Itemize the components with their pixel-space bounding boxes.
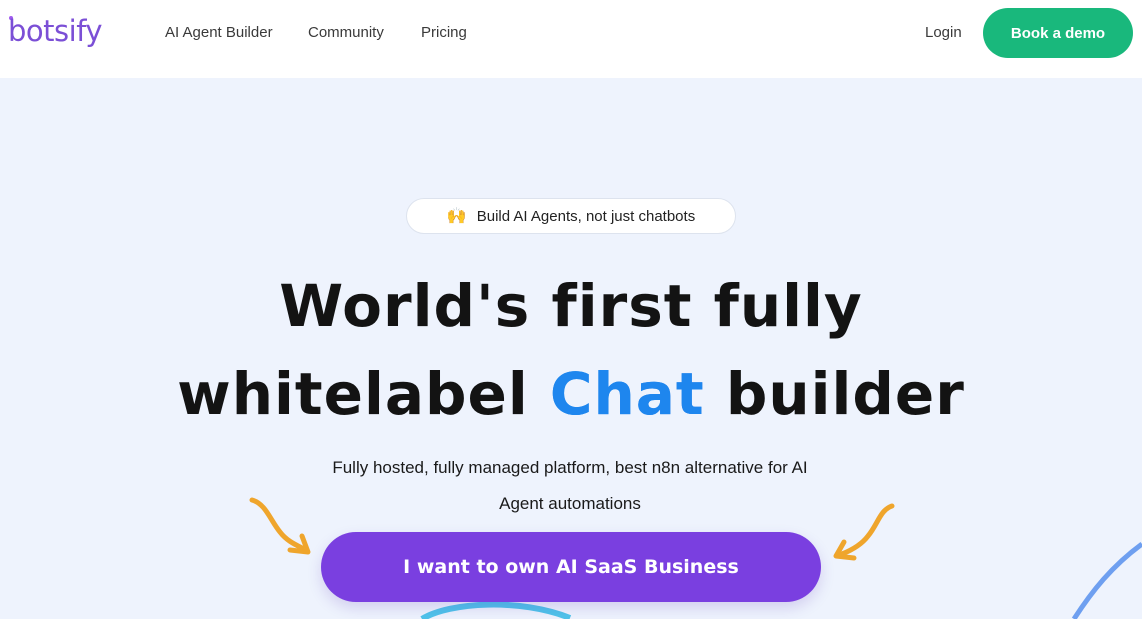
nav-link-ai-agent-builder[interactable]: AI Agent Builder — [165, 24, 273, 41]
own-saas-business-button[interactable]: I want to own AI SaaS Business — [321, 532, 821, 602]
left-arrow-icon — [249, 497, 311, 555]
botsify-logo[interactable]: botsify — [8, 14, 103, 48]
hero-badge-text: Build AI Agents, not just chatbots — [476, 207, 696, 225]
login-link[interactable]: Login — [925, 24, 962, 41]
hero-subtext: Fully hosted, fully managed platform, be… — [270, 450, 870, 522]
hero-subtext-line-2: Agent automations — [499, 494, 641, 513]
nav-link-community[interactable]: Community — [308, 24, 384, 41]
nav-link-pricing[interactable]: Pricing — [421, 24, 467, 41]
headline-line-2-end: builder — [704, 360, 965, 428]
right-arrow-icon — [833, 503, 895, 561]
hero-headline: World's first fully whitelabel Chat buil… — [0, 262, 1142, 438]
book-demo-button[interactable]: Book a demo — [983, 8, 1133, 58]
decorative-arc-right — [1071, 541, 1142, 619]
headline-line-2-start: whitelabel — [177, 360, 550, 428]
raised-hands-icon: 🙌 — [446, 208, 467, 225]
hero-badge: 🙌 Build AI Agents, not just chatbots — [406, 198, 736, 234]
headline-line-1: World's first fully — [279, 272, 863, 340]
headline-accent-word: Chat — [549, 360, 705, 428]
hero-subtext-line-1: Fully hosted, fully managed platform, be… — [332, 458, 808, 477]
navbar: botsify AI Agent Builder Community Prici… — [0, 0, 1142, 78]
